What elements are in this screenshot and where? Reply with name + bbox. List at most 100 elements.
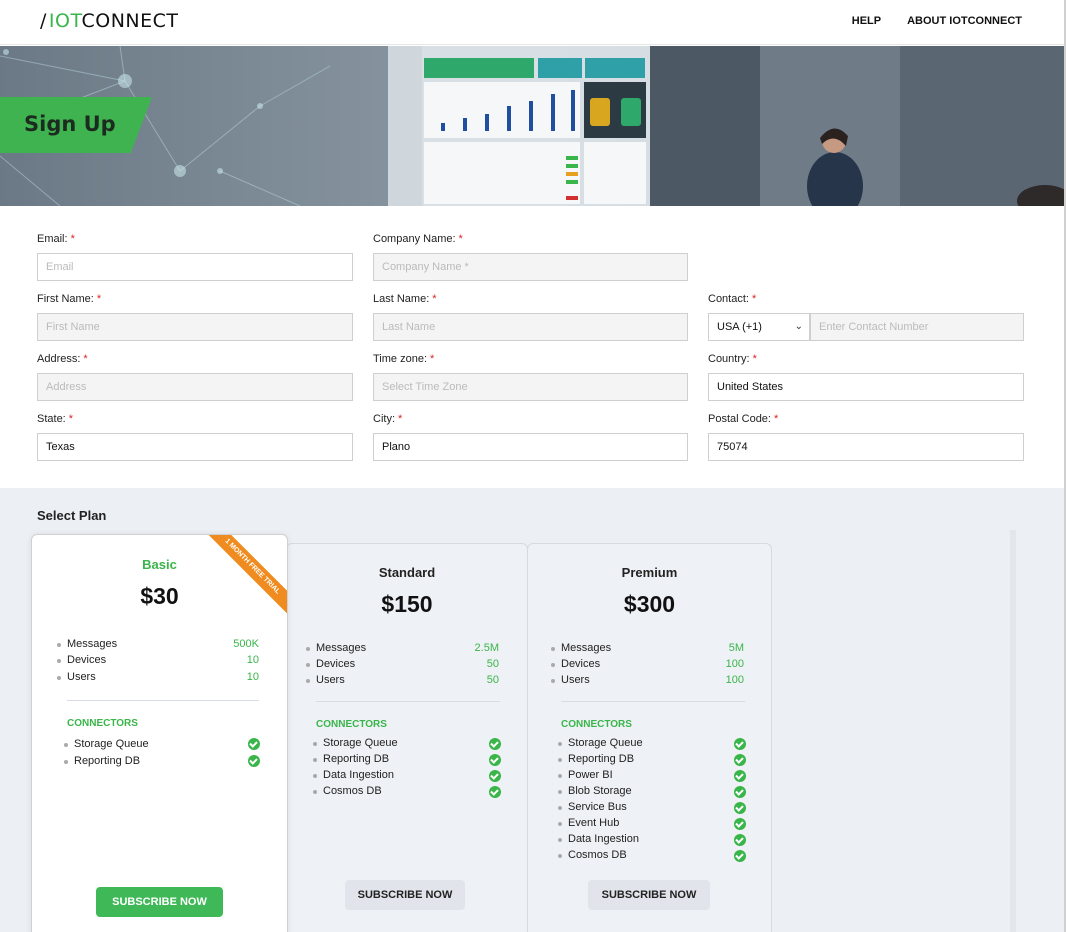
connector-item: Reporting DB bbox=[312, 753, 390, 765]
email-field[interactable]: Email bbox=[37, 253, 353, 281]
metric-value: 100 bbox=[725, 658, 744, 670]
metric-value: 50 bbox=[486, 674, 499, 686]
metric-value: 2.5M bbox=[474, 642, 499, 654]
check-icon bbox=[734, 834, 746, 846]
logo-slash: / bbox=[40, 10, 47, 32]
logo-iot: IOT bbox=[48, 10, 82, 32]
check-icon bbox=[248, 755, 260, 767]
connector-item: Event Hub bbox=[557, 817, 620, 829]
check-icon bbox=[734, 738, 746, 750]
plan-price: $30 bbox=[140, 583, 179, 609]
divider bbox=[316, 701, 500, 702]
plan-price: $300 bbox=[623, 591, 676, 617]
main-nav: HELP ABOUT IOTCONNECT bbox=[852, 15, 1022, 27]
metric-label: Messages bbox=[305, 642, 367, 654]
connector-item: Cosmos DB bbox=[313, 785, 382, 797]
plan-price: $150 bbox=[381, 591, 433, 617]
metric-label: Users bbox=[306, 674, 345, 686]
company-name-field[interactable]: Company Name * bbox=[373, 253, 688, 281]
select-plan-heading: Select Plan bbox=[37, 508, 107, 523]
last-name-field[interactable]: Last Name bbox=[373, 313, 688, 341]
connector-item: Reporting DB bbox=[63, 755, 141, 767]
check-icon bbox=[734, 754, 746, 766]
country-code-value: USA (+1) bbox=[717, 321, 762, 333]
timezone-label: Time zone: * bbox=[373, 353, 435, 365]
contact-label: Contact: * bbox=[708, 293, 757, 305]
signup-page: / IOTCONNECT HELP ABOUT IOTCONNECT Sign … bbox=[0, 0, 1066, 932]
plan-card-standard[interactable]: Standard $150 Messages 2.5M Devices 50 U… bbox=[286, 543, 528, 932]
plan-selection-section: Select Plan Standard $150 Messages 2.5M … bbox=[0, 488, 1064, 932]
metric-value: 10 bbox=[246, 671, 259, 683]
nav-about-link[interactable]: ABOUT IOTCONNECT bbox=[907, 15, 1022, 27]
connector-item: Storage Queue bbox=[558, 737, 643, 749]
metric-label: Devices bbox=[305, 658, 356, 670]
first-name-label: First Name: * bbox=[37, 293, 102, 305]
connector-item: Service Bus bbox=[558, 801, 627, 813]
nav-help-link[interactable]: HELP bbox=[852, 15, 881, 27]
hero-background-graphic bbox=[0, 46, 1064, 206]
metric-value: 10 bbox=[246, 654, 259, 666]
last-name-label: Last Name: * bbox=[373, 293, 437, 305]
subscribe-button-basic[interactable]: SUBSCRIBE NOW bbox=[96, 887, 223, 917]
state-label: State: * bbox=[37, 413, 74, 425]
hero-banner: Sign Up bbox=[0, 46, 1064, 206]
connectors-heading: CONNECTORS bbox=[316, 719, 387, 730]
plan-card-premium[interactable]: Premium $300 Messages 5M Devices 100 Use… bbox=[527, 543, 772, 932]
check-icon bbox=[734, 786, 746, 798]
signup-form: Email: * Email Company Name: * Company Nam… bbox=[0, 206, 1064, 488]
connector-item: Power BI bbox=[558, 769, 613, 781]
check-icon bbox=[489, 770, 501, 782]
iotconnect-logo[interactable]: / IOTCONNECT bbox=[40, 10, 179, 32]
connectors-heading: CONNECTORS bbox=[561, 719, 632, 730]
plans-scrollbar[interactable] bbox=[1010, 530, 1016, 932]
check-icon bbox=[734, 770, 746, 782]
plan-card-basic[interactable]: 1 MONTH FREE TRIAL Basic $30 Messages 50… bbox=[31, 534, 288, 932]
timezone-select[interactable]: Select Time Zone bbox=[373, 373, 688, 401]
plan-name: Premium bbox=[621, 565, 678, 580]
address-field[interactable]: Address bbox=[37, 373, 353, 401]
subscribe-button-standard[interactable]: SUBSCRIBE NOW bbox=[345, 880, 465, 910]
check-icon bbox=[489, 754, 501, 766]
metric-label: Devices bbox=[550, 658, 601, 670]
connector-item: Reporting DB bbox=[557, 753, 635, 765]
metric-label: Users bbox=[551, 674, 590, 686]
postal-code-label: Postal Code: * bbox=[708, 413, 779, 425]
metric-value: 50 bbox=[486, 658, 499, 670]
divider bbox=[561, 701, 745, 702]
plan-name: Basic bbox=[142, 557, 177, 572]
city-label: City: * bbox=[373, 413, 403, 425]
subscribe-button-premium[interactable]: SUBSCRIBE NOW bbox=[588, 880, 710, 910]
connector-item: Blob Storage bbox=[558, 785, 632, 797]
check-icon bbox=[248, 738, 260, 750]
address-label: Address: * bbox=[37, 353, 88, 365]
state-field[interactable]: Texas bbox=[37, 433, 353, 461]
signup-title-tag: Sign Up bbox=[0, 97, 152, 153]
page-title: Sign Up bbox=[24, 112, 116, 136]
logo-connect: CONNECT bbox=[81, 10, 179, 32]
metric-label: Messages bbox=[56, 638, 118, 650]
metric-value: 100 bbox=[725, 674, 744, 686]
contact-number-field[interactable]: Enter Contact Number bbox=[810, 313, 1024, 341]
divider bbox=[67, 700, 259, 701]
check-icon bbox=[489, 786, 501, 798]
top-navbar: / IOTCONNECT HELP ABOUT IOTCONNECT bbox=[0, 0, 1064, 45]
connector-item: Data Ingestion bbox=[558, 833, 639, 845]
connector-item: Storage Queue bbox=[64, 738, 149, 750]
country-code-select[interactable]: USA (+1) ⌄ bbox=[708, 313, 810, 341]
connector-item: Storage Queue bbox=[313, 737, 398, 749]
postal-code-field[interactable]: 75074 bbox=[708, 433, 1024, 461]
metric-label: Messages bbox=[550, 642, 612, 654]
check-icon bbox=[489, 738, 501, 750]
country-field[interactable]: United States bbox=[708, 373, 1024, 401]
chevron-down-icon: ⌄ bbox=[794, 321, 803, 332]
metric-label: Devices bbox=[56, 654, 107, 666]
city-field[interactable]: Plano bbox=[373, 433, 688, 461]
check-icon bbox=[734, 818, 746, 830]
metric-label: Users bbox=[57, 671, 96, 683]
first-name-field[interactable]: First Name bbox=[37, 313, 353, 341]
country-label: Country: * bbox=[708, 353, 757, 365]
connectors-heading: CONNECTORS bbox=[67, 718, 138, 729]
connector-item: Data Ingestion bbox=[313, 769, 394, 781]
check-icon bbox=[734, 850, 746, 862]
email-label: Email: * bbox=[37, 233, 75, 245]
